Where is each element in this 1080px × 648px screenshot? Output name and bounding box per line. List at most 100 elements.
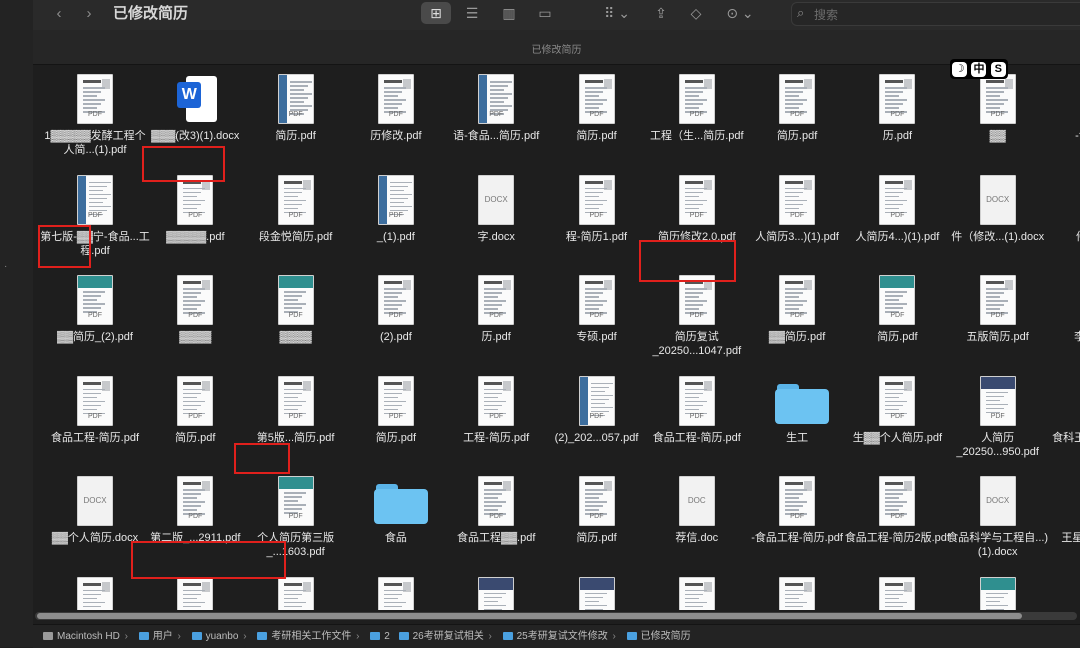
chevron-right-icon[interactable]: › (81, 4, 97, 24)
pdf-thumbnail: PDF (478, 74, 515, 124)
group-by-button[interactable]: ⠿ ⌄ (598, 2, 636, 24)
file-item[interactable]: PDF ▓▓▓▓ (145, 266, 245, 366)
file-item[interactable]: PDF 简历.pdf (346, 367, 446, 467)
file-item[interactable]: PDF -食简历3. (1048, 65, 1080, 165)
file-item[interactable]: PDF 段金悦简历.pdf (246, 166, 346, 266)
breadcrumb-item[interactable]: yuanbo (206, 631, 239, 642)
file-item[interactable]: PDF 简历.pdf (246, 65, 346, 165)
file-item[interactable]: PDF (1048, 568, 1080, 611)
file-item[interactable]: PDF 简历.pdf (847, 266, 947, 366)
heading-line (183, 281, 202, 284)
text-line (283, 589, 306, 591)
breadcrumb-item[interactable]: 26考研复试相关 (413, 631, 484, 642)
search-field[interactable]: ⌕ 搜索 (791, 2, 1080, 26)
file-item[interactable]: PDF (948, 568, 1048, 610)
file-item[interactable]: PDF 历.pdf (446, 266, 546, 366)
text-line (484, 388, 507, 390)
file-item[interactable]: PDF (547, 568, 647, 610)
file-item[interactable]: PDF (847, 568, 947, 610)
list-view-button[interactable]: ☰ (457, 2, 487, 24)
file-item[interactable]: PDF 简历.pdf (547, 65, 647, 165)
breadcrumb-item[interactable]: 用户 (153, 631, 173, 642)
breadcrumb-item[interactable]: 25考研复试文件修改 (517, 631, 608, 642)
file-name: 食品 (384, 532, 407, 544)
text-line (684, 95, 699, 97)
scrollbar-thumb[interactable] (37, 613, 1022, 619)
file-item[interactable]: PDF 工程-简历.pdf (446, 367, 546, 467)
file-item[interactable]: PDF 专硕.pdf (547, 266, 647, 366)
file-item[interactable]: PDF (647, 568, 747, 610)
file-item[interactable]: PDF ▓▓简历.pdf (747, 266, 847, 366)
file-item[interactable]: PDF 工程（生...简历.pdf (647, 65, 747, 165)
file-type-label: PDF (589, 412, 604, 420)
file-item[interactable]: PDF 人简历4...)(1).pdf (847, 166, 947, 266)
file-item[interactable]: PDF 人简历3...)(1).pdf (747, 166, 847, 266)
file-item[interactable]: PDF _(1).pdf (346, 166, 446, 266)
file-item[interactable]: PDF 程-简历1.pdf (547, 166, 647, 266)
horizontal-scrollbar[interactable] (35, 612, 1077, 620)
breadcrumb-item[interactable]: 2 (384, 631, 390, 642)
share-button[interactable]: ⇪ (646, 2, 676, 24)
file-item[interactable]: PDF (2).pdf (346, 266, 446, 366)
gallery-view-button[interactable]: ▭ (530, 2, 560, 24)
file-item[interactable]: PDF 历.pdf (847, 65, 947, 165)
file-item[interactable]: PDF食科王略个_20250 (1048, 367, 1080, 467)
file-item[interactable]: PDF -食品工程-简历.pdf (747, 467, 847, 567)
file-item[interactable]: 生工 (747, 367, 847, 467)
file-item[interactable]: PDF 食品工程▓▓.pdf (446, 467, 546, 567)
breadcrumb-item[interactable]: 考研相关工作文件 (271, 631, 351, 642)
input-method-badge[interactable]: ☽ 中 S (950, 59, 1008, 79)
file-item[interactable]: DOCX件（修改 (1048, 166, 1080, 266)
more-actions-button[interactable]: ⊙ ⌄ (721, 2, 759, 24)
text-line (183, 187, 206, 189)
breadcrumb-item[interactable]: Macintosh HD (57, 631, 120, 642)
file-item[interactable]: PDF (2)_202...057.pdf (547, 367, 647, 467)
file-item[interactable]: PDF 简历.pdf (547, 467, 647, 567)
text-line (785, 601, 808, 603)
file-item[interactable]: DOC 荐信.doc (647, 467, 747, 567)
pdf-thumbnail: PDF (678, 375, 715, 426)
file-item[interactable]: PDF 生▓▓个人简历.pdf (847, 367, 947, 467)
file-name: 简历.pdf (776, 130, 818, 142)
folder-shape (373, 484, 428, 524)
file-item[interactable]: PDF 简历.pdf (145, 367, 245, 467)
path-bar: Macintosh HD › 用户 › yuanbo › 考研相关工作文件 › … (33, 624, 1080, 648)
file-item[interactable]: DOCX ▓▓个人简历.docx (45, 467, 145, 567)
file-item[interactable]: PDF 简历.pdf (747, 65, 847, 165)
folder-shape (775, 383, 830, 424)
file-item[interactable]: PDF (446, 568, 546, 610)
file-item[interactable]: PDF 食品工程-简历.pdf (647, 367, 747, 467)
file-name: 专硕.pdf (576, 331, 617, 343)
file-item[interactable]: PDF ▓▓ (948, 65, 1048, 165)
text-line (985, 407, 1004, 409)
text-line (383, 400, 406, 402)
pdf-file-icon: PDF (1076, 275, 1080, 329)
file-item[interactable]: DOCX 食品科学与工程自...)(1).docx (947, 467, 1048, 567)
file-item[interactable]: PDF 食品工程-简历.pdf (45, 367, 145, 467)
file-item[interactable]: PDF (346, 568, 446, 610)
file-item[interactable]: DOCX 件（修改...(1).docx (948, 166, 1048, 266)
file-item[interactable]: PDF 1▓▓▓▓▓发酵工程个人简...(1).pdf (44, 65, 146, 165)
pdf-file-icon: PDF (875, 375, 919, 430)
file-item[interactable]: PDF 李航-食品 (1048, 266, 1080, 366)
file-item[interactable]: PDF 历修改.pdf (346, 65, 446, 165)
file-item[interactable]: 食品 (346, 467, 446, 567)
file-item[interactable]: PDF 人简历_20250...950.pdf (948, 367, 1048, 467)
icon-view-button[interactable]: ⊞ (421, 2, 451, 24)
tag-button[interactable]: ◇ (681, 2, 711, 24)
file-item[interactable]: PDF (747, 568, 847, 610)
text-line (283, 508, 302, 510)
column-view-button[interactable]: ▥ (494, 2, 524, 24)
file-item[interactable]: PDF ▓▓简历_(2).pdf (45, 266, 145, 366)
file-item[interactable]: DOCX 字.docx (446, 166, 546, 266)
file-item[interactable]: PDF 食品工程-简历2版.pdf (845, 467, 950, 567)
header-band (278, 276, 313, 288)
file-item[interactable]: PDF 五版简历.pdf (948, 266, 1048, 366)
chevron-left-icon[interactable]: ‹ (51, 4, 67, 24)
file-item[interactable]: PDF 王星食品工4.0. (1048, 467, 1080, 567)
file-item[interactable]: PDF (45, 568, 145, 610)
file-name: _(1).pdf (376, 230, 415, 243)
breadcrumb-item[interactable]: 已修改简历 (641, 631, 691, 642)
file-item[interactable]: PDF 语-食品...简历.pdf (446, 65, 546, 165)
file-item[interactable]: PDF ▓▓▓▓ (246, 266, 346, 366)
